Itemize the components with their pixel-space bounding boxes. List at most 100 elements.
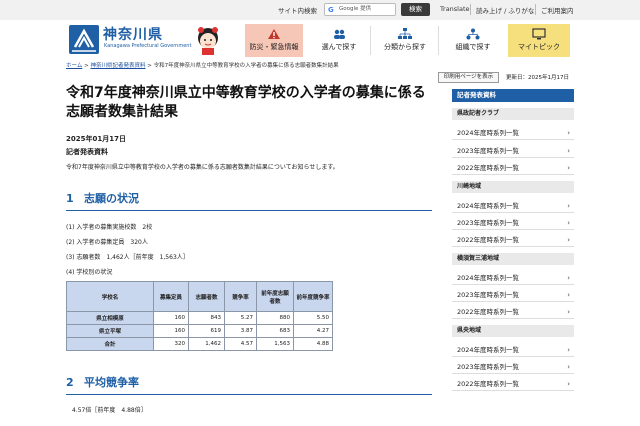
- sidebar-link-label: 2024年度時系列一覧: [457, 346, 520, 354]
- monitor-icon: [532, 28, 546, 40]
- sidebar-link[interactable]: 2024年度時系列一覧 ›: [452, 343, 574, 357]
- sidebar-link-label: 2023年度時系列一覧: [457, 363, 520, 371]
- chevron-right-icon: ›: [567, 308, 570, 316]
- table-cell: 880: [256, 311, 294, 325]
- breadcrumb-separator: >: [84, 63, 89, 69]
- chevron-right-icon: ›: [567, 164, 570, 172]
- column-header: 志願者数: [188, 281, 225, 312]
- org-chart-icon: [466, 28, 480, 40]
- sidebar-link[interactable]: 2023年度時系列一覧 ›: [452, 288, 574, 302]
- nav-label: 選んで探す: [321, 43, 357, 51]
- sidebar-link[interactable]: 2022年度時系列一覧 ›: [452, 305, 574, 319]
- sidebar-link[interactable]: 2022年度時系列一覧 ›: [452, 233, 574, 247]
- table-row: 県立平塚 160 619 3.87 683 4.27: [66, 324, 333, 338]
- sidebar-link-label: 2024年度時系列一覧: [457, 202, 520, 210]
- sidebar-link[interactable]: 2022年度時系列一覧 ›: [452, 161, 574, 175]
- document-type: 記者発表資料: [66, 148, 108, 156]
- chevron-right-icon: ›: [567, 363, 570, 371]
- search-button[interactable]: 検索: [401, 3, 430, 16]
- table-cell: 3.87: [224, 324, 257, 338]
- sidebar-link-label: 2022年度時系列一覧: [457, 236, 520, 244]
- sidebar-link[interactable]: 2024年度時系列一覧 ›: [452, 126, 574, 140]
- status-item: (3) 志願者数 1,462人［前年度 1,563人］: [66, 254, 189, 261]
- table-cell: 619: [188, 324, 225, 338]
- section-number: 2: [66, 376, 74, 389]
- sidebar-link[interactable]: 2024年度時系列一覧 ›: [452, 271, 574, 285]
- sidebar-link-label: 2023年度時系列一覧: [457, 219, 520, 227]
- table-cell: 160: [153, 324, 189, 338]
- sidebar-heading: 記者発表資料: [452, 89, 574, 102]
- people-icon: [334, 29, 345, 39]
- sidebar-link[interactable]: 2023年度時系列一覧 ›: [452, 216, 574, 230]
- sidebar-link-label: 2024年度時系列一覧: [457, 274, 520, 282]
- nav-my-topic[interactable]: マイトピック: [508, 24, 570, 57]
- utility-bar: サイト内検索 G Google 提供 検索 Translate 読み上げ / ふ…: [0, 0, 640, 20]
- column-header: 前年度志願者数: [256, 281, 294, 312]
- section-title: 志願の状況: [84, 192, 139, 205]
- chevron-right-icon: ›: [567, 346, 570, 354]
- table-cell: 県立平塚: [66, 324, 154, 338]
- page-title: 令和7年度神奈川県立中等教育学校の入学者の募集に係る志願者数集計結果: [66, 85, 426, 120]
- section-title: 平均競争率: [84, 376, 139, 389]
- column-header: 募集定員: [153, 281, 189, 312]
- breadcrumb-parent[interactable]: 神奈川県記者発表資料: [90, 63, 145, 69]
- sidebar-group-title: 横須賀三浦地域: [452, 253, 574, 265]
- nav-organization[interactable]: 組織で探す: [446, 24, 500, 57]
- intro-text: 令和7年度神奈川県立中等教育学校の入学者の募集に係る志願者数集計結果についてお知…: [66, 164, 339, 171]
- publish-date: 2025年01月17日: [66, 135, 126, 143]
- sidebar-link[interactable]: 2022年度時系列一覧 ›: [452, 377, 574, 391]
- usage-link[interactable]: ご利用案内: [541, 5, 574, 15]
- prefecture-logo-icon[interactable]: [69, 25, 99, 54]
- status-item: (1) 入学者の募集実施校数 2校: [66, 224, 153, 231]
- divider: [438, 26, 439, 55]
- sidebar-link[interactable]: 2023年度時系列一覧 ›: [452, 144, 574, 158]
- column-header: 前年度競争率: [293, 281, 333, 312]
- table-cell: 843: [188, 311, 225, 325]
- breadcrumb: ホーム > 神奈川県記者発表資料 > 令和7年度神奈川県立中等教育学校の入学者の…: [66, 61, 339, 69]
- table-cell: 5.27: [224, 311, 257, 325]
- chevron-right-icon: ›: [567, 274, 570, 282]
- divider: [470, 4, 471, 15]
- table-cell: 1,563: [256, 337, 294, 351]
- nav-select[interactable]: 選んで探す: [312, 24, 366, 57]
- translate-link[interactable]: Translate: [440, 5, 470, 13]
- table-row: 県立相模原 160 843 5.27 880 5.50: [66, 311, 333, 325]
- school-stats-table: 学校名 募集定員 志願者数 競争率 前年度志願者数 前年度競争率 県立相模原 1…: [66, 281, 333, 351]
- nav-label: 分類から探す: [384, 43, 426, 51]
- chevron-right-icon: ›: [567, 202, 570, 210]
- breadcrumb-separator: >: [147, 63, 152, 69]
- sidebar-group-title: 川崎地域: [452, 181, 574, 193]
- status-item: (4) 学校別の状況: [66, 269, 113, 276]
- nav-label: 防災・緊急情報: [249, 43, 299, 51]
- mascot-icon: [192, 24, 224, 56]
- section-number: 1: [66, 192, 74, 205]
- category-icon: [398, 28, 412, 39]
- print-page-button[interactable]: 印刷用ページを表示: [438, 72, 499, 83]
- chevron-right-icon: ›: [567, 291, 570, 299]
- furigana-link[interactable]: 読み上げ / ふりがな: [476, 5, 534, 15]
- chevron-right-icon: ›: [567, 219, 570, 227]
- search-input[interactable]: G Google 提供: [324, 3, 396, 16]
- table-cell: 1,462: [188, 337, 225, 351]
- sidebar-link[interactable]: 2023年度時系列一覧 ›: [452, 360, 574, 374]
- section-heading-1: 1 志願の状況: [66, 190, 432, 211]
- status-item: (2) 入学者の募集定員 320人: [66, 239, 148, 246]
- average-rate: 4.57倍［前年度 4.88倍］: [72, 407, 147, 414]
- breadcrumb-home[interactable]: ホーム: [66, 63, 82, 69]
- site-search-label: サイト内検索: [278, 7, 317, 15]
- table-cell: 4.57: [224, 337, 257, 351]
- google-icon: G: [328, 6, 334, 14]
- section-heading-2: 2 平均競争率: [66, 374, 432, 395]
- chevron-right-icon: ›: [567, 147, 570, 155]
- table-cell: 合計: [66, 337, 154, 351]
- logo-name[interactable]: 神奈川県: [103, 24, 163, 44]
- sidebar-link[interactable]: 2024年度時系列一覧 ›: [452, 199, 574, 213]
- divider: [370, 26, 371, 55]
- table-header-row: 学校名 募集定員 志願者数 競争率 前年度志願者数 前年度競争率: [66, 281, 333, 312]
- table-cell: 320: [153, 337, 189, 351]
- nav-category[interactable]: 分類から探す: [378, 24, 432, 57]
- table-cell: 5.50: [293, 311, 333, 325]
- nav-disaster[interactable]: 防災・緊急情報: [245, 24, 303, 57]
- nav-label: マイトピック: [518, 43, 560, 51]
- divider: [535, 4, 536, 15]
